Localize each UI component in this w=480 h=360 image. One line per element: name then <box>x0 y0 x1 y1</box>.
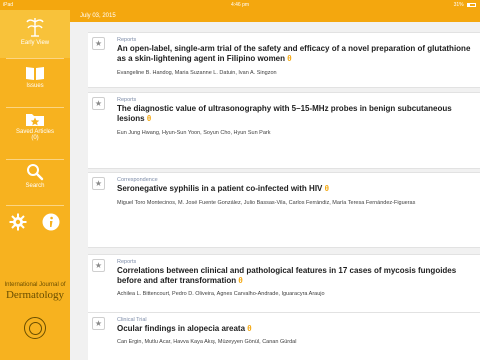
battery-icon <box>467 2 476 7</box>
save-star-button[interactable]: ★ <box>92 317 105 330</box>
battery-status: 31% <box>454 0 476 10</box>
sidebar-item-issues[interactable]: Issues <box>0 65 70 105</box>
early-view-icon <box>0 16 70 38</box>
article-type: Clinical Trial <box>117 317 147 323</box>
save-star-button[interactable]: ★ <box>92 97 105 110</box>
article-authors: Evangeline B. Handog, Maria Suzanne L. D… <box>117 70 277 76</box>
star-icon: ★ <box>94 179 103 188</box>
save-star-button[interactable]: ★ <box>92 37 105 50</box>
article-title[interactable]: The diagnostic value of ultrasonography … <box>117 104 472 123</box>
saved-count: (0) <box>31 135 39 141</box>
article-title-text: The diagnostic value of ultrasonography … <box>117 104 452 123</box>
open-access-icon: θ <box>146 113 152 123</box>
open-access-icon: θ <box>287 53 292 63</box>
sidebar-divider <box>6 107 64 108</box>
star-icon: ★ <box>94 99 103 108</box>
article-authors: Can Ergin, Mutlu Acar, Havva Kaya Akış, … <box>117 339 297 345</box>
sidebar-item-label: Issues <box>26 83 44 89</box>
open-access-icon: θ <box>324 184 329 193</box>
sidebar-item-label: Search <box>25 183 45 189</box>
article-authors: Achilea L. Bittencourt, Pedro D. Oliveir… <box>117 291 325 297</box>
book-icon <box>0 65 70 81</box>
article-type: Reports <box>117 97 137 103</box>
article-type: Reports <box>117 259 137 265</box>
article-type: Reports <box>117 37 137 43</box>
star-icon: ★ <box>94 261 103 270</box>
search-icon <box>0 163 70 181</box>
open-access-icon: θ <box>238 275 243 285</box>
star-icon: ★ <box>94 39 103 48</box>
date-label: July 03, 2015 <box>80 13 116 19</box>
article-title-text: Seronegative syphilis in a patient co-in… <box>117 184 323 193</box>
article-authors: Miguel Toro Montecinos, M. José Fuente G… <box>117 200 416 206</box>
sidebar-divider <box>6 159 64 160</box>
society-seal-icon <box>24 317 46 339</box>
sidebar-item-early-view[interactable]: Early View <box>0 10 70 58</box>
article-title-text: Ocular findings in alopecia areata <box>117 324 246 333</box>
star-icon: ★ <box>94 319 103 328</box>
sidebar: Early View Issues Saved Articles (0) Sea… <box>0 10 70 360</box>
article-card[interactable]: ★ Reports The diagnostic value of ultras… <box>88 92 480 169</box>
article-title[interactable]: Ocular findings in alopecia areata θ <box>117 324 472 334</box>
open-access-icon: θ <box>247 324 252 333</box>
gear-icon[interactable] <box>9 213 27 231</box>
date-header: July 03, 2015 <box>70 10 480 22</box>
sidebar-item-saved-articles[interactable]: Saved Articles (0) <box>0 111 70 157</box>
save-star-button[interactable]: ★ <box>92 177 105 190</box>
article-title[interactable]: Correlations between clinical and pathol… <box>117 266 472 285</box>
info-icon[interactable] <box>42 213 60 231</box>
status-bar: iPad 4:46 pm 31% <box>0 0 480 10</box>
article-card[interactable]: ★ Correspondence Seronegative syphilis i… <box>88 172 480 248</box>
journal-name-line2: Dermatology <box>5 289 65 301</box>
article-card[interactable]: ★ Clinical Trial Ocular findings in alop… <box>88 312 480 360</box>
article-card[interactable]: ★ Reports An open-label, single-arm tria… <box>88 32 480 88</box>
journal-logo: International Journal of Dermatology <box>0 282 70 301</box>
article-authors: Eun Jung Hwang, Hyun-Sun Yoon, Soyun Cho… <box>117 130 271 136</box>
battery-percent: 31% <box>453 2 464 8</box>
star-folder-icon <box>0 111 70 127</box>
article-title[interactable]: An open-label, single-arm trial of the s… <box>117 44 472 63</box>
article-title[interactable]: Seronegative syphilis in a patient co-in… <box>117 184 472 194</box>
sidebar-item-search[interactable]: Search <box>0 163 70 203</box>
article-type: Correspondence <box>117 177 158 183</box>
clock: 4:46 pm <box>230 2 250 8</box>
sidebar-divider <box>6 205 64 206</box>
save-star-button[interactable]: ★ <box>92 259 105 272</box>
sidebar-divider <box>6 58 64 59</box>
sidebar-item-label: Early View <box>20 40 50 46</box>
article-title-text: An open-label, single-arm trial of the s… <box>117 44 471 63</box>
article-title-text: Correlations between clinical and pathol… <box>117 266 457 285</box>
article-list[interactable]: ★ Reports An open-label, single-arm tria… <box>70 22 480 360</box>
journal-name-line1: International Journal of <box>4 282 66 288</box>
